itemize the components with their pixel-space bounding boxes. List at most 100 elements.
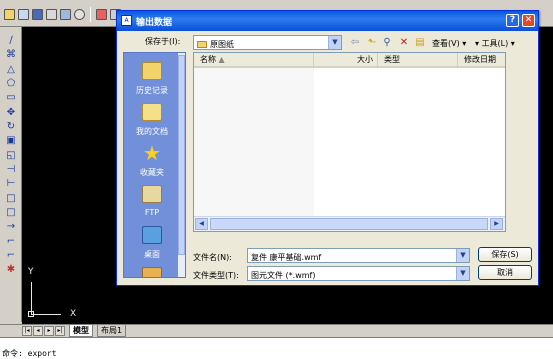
break-icon[interactable]: □ xyxy=(5,193,17,205)
column-header-size[interactable]: 大小 xyxy=(314,53,378,68)
chevron-down-icon[interactable]: ▼ xyxy=(456,249,469,262)
break-point-icon[interactable]: □ xyxy=(5,207,17,219)
save-button[interactable]: 保存(S) xyxy=(478,247,532,262)
layout-tabs-bar: |◂ ◂ ▸ ▸| 模型 布局1 xyxy=(0,324,553,337)
autocad-window: ∕ ⌘ △ ⬠ ▭ ✥ ↻ ▣ ◱ ⊣ ⊢ □ □ → ⌐ ⌐ ✱ Y X |◂… xyxy=(0,0,553,359)
desktop-icon xyxy=(142,226,162,244)
move-icon[interactable]: ✥ xyxy=(5,107,17,119)
next-tab-icon[interactable]: ▸ xyxy=(44,326,54,336)
extend-icon[interactable]: ⊢ xyxy=(5,178,17,190)
close-button[interactable]: ✕ xyxy=(522,14,535,27)
autocad-app-icon: A xyxy=(121,15,132,26)
chevron-down-icon[interactable]: ▼ xyxy=(456,267,469,280)
scroll-right-icon[interactable]: ▶ xyxy=(490,218,503,230)
places-scroll-thumb[interactable] xyxy=(178,55,185,255)
file-list[interactable]: 名称 ▲ 大小 类型 修改日期 ◀ ▶ xyxy=(193,52,506,232)
ucs-origin-icon xyxy=(28,311,34,317)
dialog-title: 输出数据 xyxy=(136,18,173,28)
place-history[interactable]: 历史记录 xyxy=(124,59,180,101)
rotate-icon[interactable]: ↻ xyxy=(5,121,17,133)
first-tab-icon[interactable]: |◂ xyxy=(22,326,32,336)
file-type-select[interactable]: 图元文件 (*.wmf) ▼ xyxy=(247,266,470,281)
command-text: 命令: export xyxy=(2,349,57,358)
place-ftp[interactable]: FTP xyxy=(124,182,180,224)
new-folder-icon[interactable]: ▤ xyxy=(414,37,426,49)
command-line[interactable]: 命令: export xyxy=(0,337,553,359)
place-desktop[interactable]: 桌面 xyxy=(124,223,180,265)
folder-icon xyxy=(197,41,207,48)
rectangle-icon[interactable]: ▭ xyxy=(5,92,17,104)
place-my-documents[interactable]: 我的文档 xyxy=(124,100,180,142)
save-in-label: 保存于(I): xyxy=(145,37,181,46)
favorites-icon: ★ xyxy=(143,141,161,165)
explode-icon[interactable]: ✱ xyxy=(5,264,17,276)
places-bar: 历史记录 我的文档 ★ 收藏夹 FTP 桌面 xyxy=(123,52,186,278)
file-type-label: 文件类型(T): xyxy=(193,271,239,280)
place-desktop-label: 桌面 xyxy=(144,250,160,259)
print-icon[interactable] xyxy=(46,9,57,20)
file-type-value: 图元文件 (*.wmf) xyxy=(251,271,316,280)
history-icon xyxy=(142,62,162,80)
ucs-x-axis xyxy=(31,314,61,315)
view-menu[interactable]: 查看(V) ▾ xyxy=(432,38,466,49)
ucs-y-axis xyxy=(31,282,32,314)
tab-layout1[interactable]: 布局1 xyxy=(97,325,127,337)
my-documents-icon xyxy=(142,103,162,121)
ftp-icon xyxy=(142,185,162,203)
tab-model[interactable]: 模型 xyxy=(69,325,93,337)
fillet-icon[interactable]: ⌐ xyxy=(5,250,17,262)
publish-icon[interactable] xyxy=(74,9,85,20)
hscroll-thumb[interactable] xyxy=(210,218,488,230)
preview-icon[interactable] xyxy=(60,9,71,20)
dialog-titlebar[interactable]: A 输出数据 ? ✕ xyxy=(117,11,538,31)
file-name-value: 复件 康平基础.wmf xyxy=(251,253,322,262)
name-column-highlight xyxy=(194,68,314,216)
join-icon[interactable]: → xyxy=(5,221,17,233)
file-list-hscrollbar[interactable]: ◀ ▶ xyxy=(194,216,505,231)
save-icon[interactable] xyxy=(32,9,43,20)
save-in-dropdown[interactable]: 原图纸 ▼ xyxy=(193,35,342,50)
stretch-icon[interactable]: ◱ xyxy=(5,150,17,162)
ucs-x-label: X xyxy=(70,309,77,319)
place-history-label: 历史记录 xyxy=(136,86,168,95)
scale-icon[interactable]: ▣ xyxy=(5,135,17,147)
open-icon[interactable] xyxy=(18,9,29,20)
last-tab-icon[interactable]: ▸| xyxy=(55,326,65,336)
help-button[interactable]: ? xyxy=(506,14,519,27)
place-favorites[interactable]: ★ 收藏夹 xyxy=(124,141,180,183)
places-scrollbar[interactable] xyxy=(178,53,185,277)
place-my-documents-label: 我的文档 xyxy=(136,127,168,136)
scroll-left-icon[interactable]: ◀ xyxy=(195,218,208,230)
sort-ascending-icon: ▲ xyxy=(218,55,225,64)
cancel-button[interactable]: 取消 xyxy=(478,265,532,280)
prev-tab-icon[interactable]: ◂ xyxy=(33,326,43,336)
chamfer-icon[interactable]: ⌐ xyxy=(5,236,17,248)
file-name-label: 文件名(N): xyxy=(193,253,232,262)
cut-icon[interactable] xyxy=(96,9,107,20)
delete-icon[interactable]: ✕ xyxy=(398,37,410,49)
search-web-icon[interactable]: ⚲ xyxy=(381,37,393,49)
up-folder-icon[interactable]: ⬑ xyxy=(366,37,378,49)
place-more[interactable] xyxy=(124,264,180,277)
back-icon[interactable]: ⇦ xyxy=(349,37,361,49)
toolbar-separator xyxy=(90,7,91,22)
construction-line-icon[interactable]: ⌘ xyxy=(5,49,17,61)
file-name-input[interactable]: 复件 康平基础.wmf ▼ xyxy=(247,248,470,263)
column-header-modified[interactable]: 修改日期 xyxy=(458,53,505,68)
new-icon[interactable] xyxy=(4,9,15,20)
polygon-icon[interactable]: ⬠ xyxy=(5,78,17,90)
ucs-y-label: Y xyxy=(28,267,34,277)
export-dialog: A 输出数据 ? ✕ 保存于(I): 原图纸 ▼ ⇦ ⬑ ⚲ ✕ ▤ 查看(V)… xyxy=(116,10,539,286)
place-ftp-label: FTP xyxy=(144,208,160,217)
trim-icon[interactable]: ⊣ xyxy=(5,164,17,176)
chevron-down-icon[interactable]: ▼ xyxy=(328,36,341,49)
tools-menu[interactable]: ▾ 工具(L) ▾ xyxy=(475,38,515,49)
draw-toolbar: ∕ ⌘ △ ⬠ ▭ ✥ ↻ ▣ ◱ ⊣ ⊢ □ □ → ⌐ ⌐ ✱ xyxy=(0,27,22,322)
line-icon[interactable]: ∕ xyxy=(5,35,17,47)
column-header-name[interactable]: 名称 ▲ xyxy=(194,53,314,68)
polyline-icon[interactable]: △ xyxy=(5,64,17,76)
save-in-value: 原图纸 xyxy=(210,40,234,49)
place-favorites-label: 收藏夹 xyxy=(140,168,164,177)
buzzsaw-icon xyxy=(142,267,162,277)
column-header-type[interactable]: 类型 xyxy=(378,53,458,68)
